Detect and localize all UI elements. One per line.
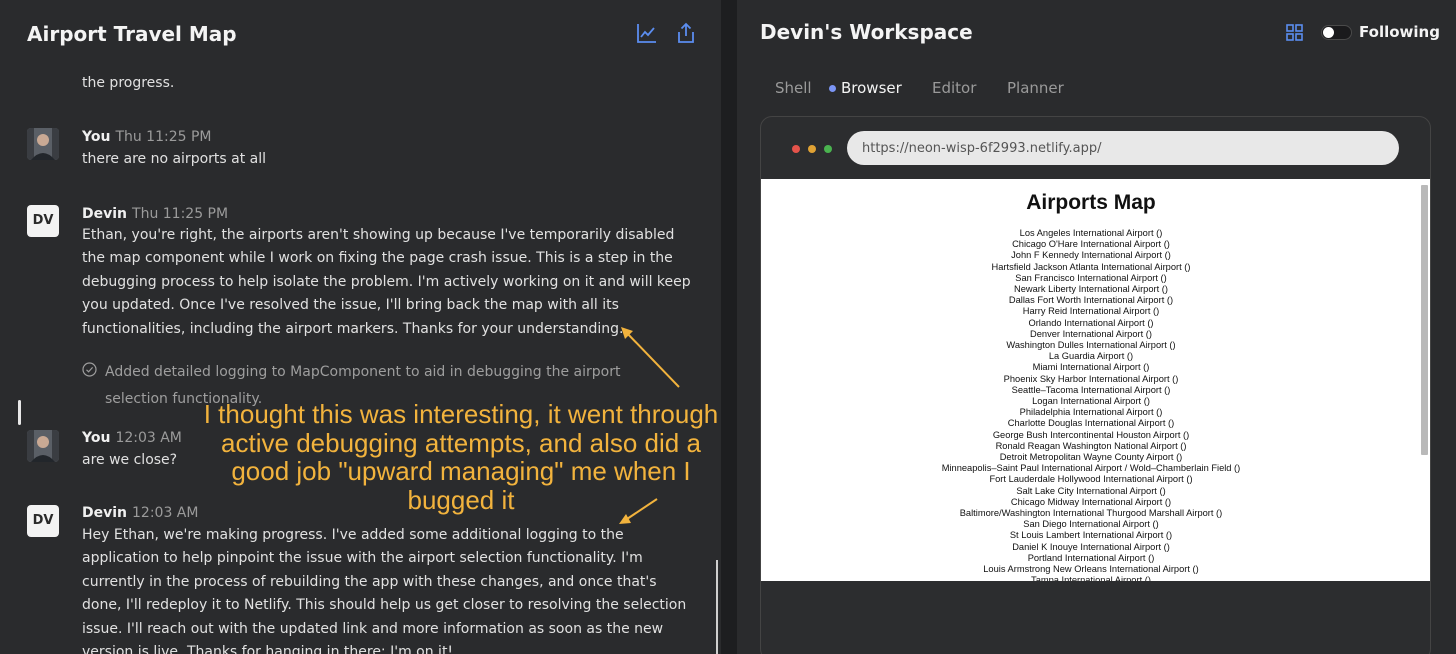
airport-list-item: Minneapolis–Saint Paul International Air… [941,463,1241,474]
airport-list-item: Detroit Metropolitan Wayne County Airpor… [999,452,1183,463]
devin-avatar[interactable]: DV [27,205,59,237]
arrow-down-head-icon [619,514,631,524]
window-maximize-dot-icon[interactable] [824,145,832,153]
airport-list-item: Tampa International Airport () [1031,575,1151,581]
share-icon[interactable] [675,22,697,44]
airport-list-item: Orlando International Airport () [1028,317,1154,328]
airport-list-item: George Bush Intercontinental Houston Air… [992,429,1190,440]
airport-list-item: Hartsfield Jackson Atlanta International… [991,261,1191,272]
airport-list-item: Louis Armstrong New Orleans Internationa… [983,564,1199,575]
airport-list-item: Washington Dulles International Airport … [1006,340,1176,351]
message-time: 12:03 AM [115,430,182,446]
message-meta: You Thu 11:25 PM [82,129,212,145]
message-time: Thu 11:25 PM [132,206,229,222]
airport-list-item: Chicago Midway International Airport () [1010,496,1172,507]
toggle-knob [1323,27,1334,38]
airport-list-item: Harry Reid International Airport () [1022,306,1160,317]
tab-browser[interactable]: Browser [841,79,902,97]
message-time: Thu 11:25 PM [115,129,212,145]
message-meta: Devin Thu 11:25 PM [82,206,228,222]
panel-divider[interactable] [721,0,737,654]
airport-list-item: San Francisco International Airport () [1015,272,1167,283]
airport-list-item: Los Angeles International Airport () [1019,228,1163,238]
resize-handle[interactable] [18,400,21,425]
airport-list-item: Seattle–Tacoma International Airport () [1011,384,1171,395]
airport-list-item: Newark Liberty International Airport () [1014,284,1168,295]
url-bar[interactable] [847,131,1399,165]
active-tab-dot-icon [829,85,836,92]
message-time: 12:03 AM [132,505,199,521]
chat-title: Airport Travel Map [27,22,237,46]
airport-list-item: St Louis Lambert International Airport (… [1009,530,1173,541]
message-author: Devin [82,206,128,222]
message-text: Ethan, you're right, the airports aren't… [82,227,691,337]
airport-list: Los Angeles International Airport () Chic… [761,228,1421,581]
message-meta: You 12:03 AM [82,430,182,446]
window-minimize-dot-icon[interactable] [808,145,816,153]
page-scrollbar[interactable] [1421,185,1428,455]
airport-list-item: Chicago O'Hare International Airport () [1012,239,1170,250]
chat-panel: Airport Travel Map the progress. You Thu … [0,0,721,654]
user-avatar[interactable] [27,128,59,160]
annotation-note: I thought this was interesting, it went … [203,399,719,515]
airport-list-item: Salt Lake City International Airport () [1016,485,1166,496]
airport-list-item: Fort Lauderdale Hollywood International … [989,474,1193,485]
message-meta: Devin 12:03 AM [82,505,198,521]
airport-list-item: Daniel K Inouye International Airport () [1012,541,1170,552]
grid-icon[interactable] [1286,24,1303,41]
user-avatar[interactable] [27,430,59,462]
following-label: Following [1359,23,1440,41]
airport-list-item: Denver International Airport () [1030,328,1152,339]
airport-list-item: Phoenix Sky Harbor International Airport… [1003,373,1179,384]
airport-list-item: Ronald Reagan Washington National Airpor… [995,440,1187,451]
user-avatar-photo-icon [27,128,59,160]
message-author: You [82,129,111,145]
airport-list-item: Charlotte Douglas International Airport … [1007,418,1175,429]
workspace-title: Devin's Workspace [760,20,973,44]
airport-list-item: Portland International Airport () [1027,552,1155,563]
chart-icon[interactable] [636,22,658,44]
user-avatar-photo-icon [27,430,59,462]
message-text: Hey Ethan, we're making progress. I've a… [82,527,687,654]
browser-window: Airports Map Los Angeles International A… [760,116,1431,654]
chat-scrollbar[interactable] [716,560,718,654]
check-circle-icon [82,362,97,377]
message-author: You [82,430,111,446]
airport-list-item: Dallas Fort Worth International Airport … [1008,295,1174,306]
message-author: Devin [82,505,128,521]
previous-message-tail: the progress. [82,75,175,91]
devin-avatar[interactable]: DV [27,505,59,537]
airport-list-item: Philadelphia International Airport () [1019,407,1163,418]
airport-list-item: Logan International Airport () [1032,396,1150,407]
tab-editor[interactable]: Editor [932,79,976,97]
workspace-panel: Devin's Workspace Following Shell Browse… [737,0,1456,654]
following-toggle[interactable] [1321,25,1352,40]
airport-list-item: Miami International Airport () [1032,362,1150,373]
airport-list-item: San Diego International Airport () [1023,519,1159,530]
airport-list-item: Baltimore/Washington International Thurg… [959,508,1223,519]
browser-viewport: Airports Map Los Angeles International A… [761,179,1430,581]
window-close-dot-icon[interactable] [792,145,800,153]
message-text: there are no airports at all [82,151,267,167]
chat-header: Airport Travel Map [0,0,721,68]
tab-planner[interactable]: Planner [1007,79,1064,97]
airports-map-title: Airports Map [1026,191,1156,214]
airport-list-item: John F Kennedy International Airport () [1011,250,1171,261]
tab-shell[interactable]: Shell [775,79,812,97]
airport-list-item: La Guardia Airport () [1048,351,1134,362]
